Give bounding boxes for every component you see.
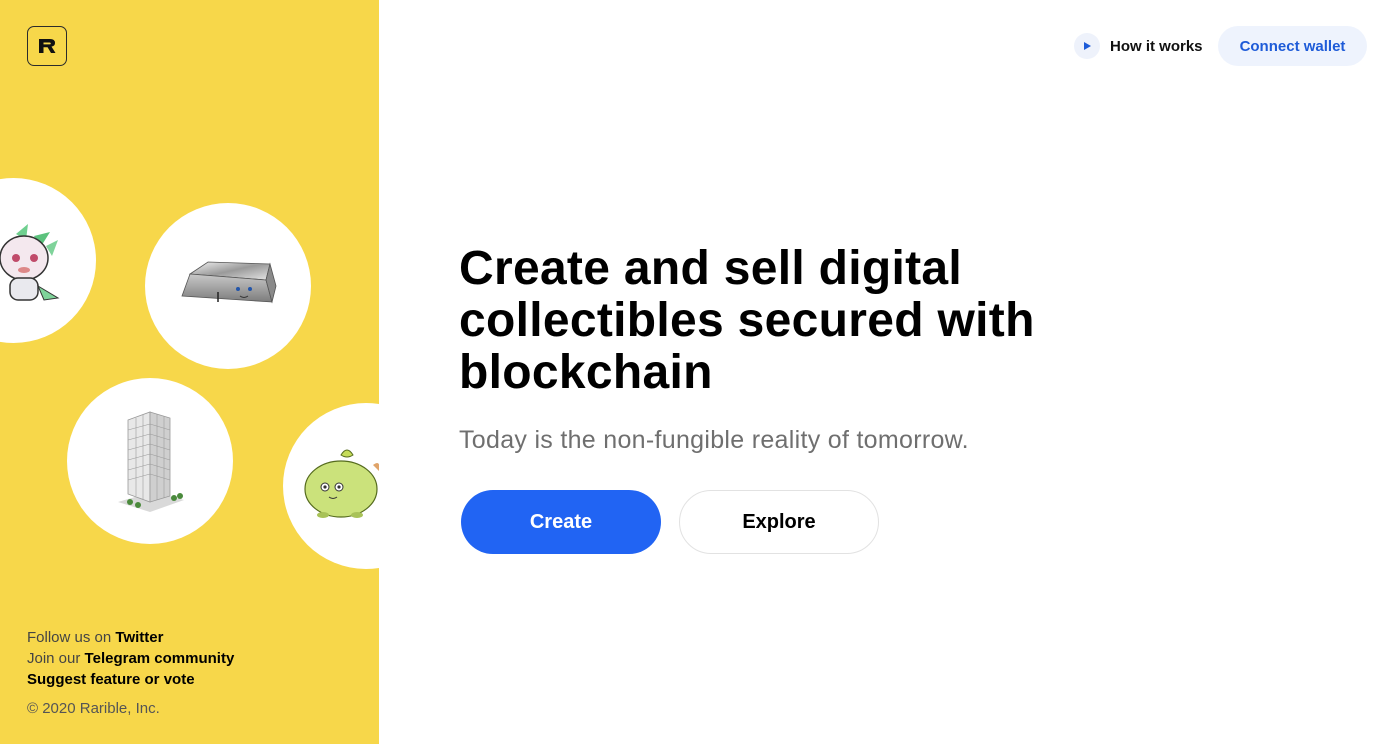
explore-button[interactable]: Explore [679, 490, 879, 554]
suggest-feature-link[interactable]: Suggest feature or vote [27, 671, 195, 688]
play-icon [1074, 33, 1100, 59]
how-it-works-label: How it works [1110, 37, 1203, 55]
logo-r-glyph [39, 39, 56, 53]
hero-subtitle: Today is the non-fungible reality of tom… [459, 426, 969, 454]
telegram-link[interactable]: Telegram community [85, 650, 235, 667]
follow-line: Follow us on Twitter [27, 627, 234, 648]
play-glyph [1084, 42, 1091, 50]
collectible-bubble-1 [0, 178, 96, 343]
collectible-bubble-4 [283, 403, 379, 569]
collectible-bubble-2 [145, 203, 311, 369]
left-panel: Follow us on Twitter Join our Telegram c… [0, 0, 379, 744]
join-prefix: Join our [27, 650, 81, 667]
connect-wallet-button[interactable]: Connect wallet [1218, 26, 1367, 66]
join-line: Join our Telegram community [27, 648, 234, 669]
copyright: © 2020 Rarible, Inc. [27, 700, 160, 717]
office-building-icon [118, 411, 184, 512]
page: Follow us on Twitter Join our Telegram c… [0, 0, 1393, 744]
hero-title: Create and sell digital collectibles sec… [459, 242, 1035, 399]
twitter-link[interactable]: Twitter [115, 629, 163, 646]
green-creature-icon [304, 449, 379, 518]
silver-bar-icon [181, 261, 277, 304]
collectible-bubble-3 [67, 378, 233, 544]
follow-prefix: Follow us on [27, 629, 112, 646]
create-button[interactable]: Create [461, 490, 661, 554]
how-it-works-button[interactable]: How it works [1074, 32, 1203, 60]
footer-links: Follow us on Twitter Join our Telegram c… [27, 627, 234, 690]
dragon-creature-icon [0, 223, 59, 301]
suggest-line: Suggest feature or vote [27, 669, 234, 690]
rarible-logo-icon[interactable] [27, 26, 67, 66]
